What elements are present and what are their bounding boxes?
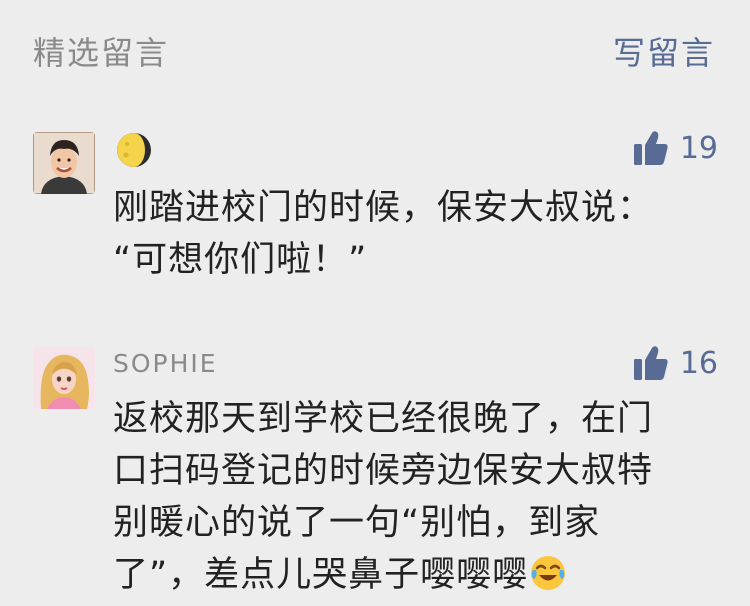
- thumbs-up-icon: [633, 346, 668, 380]
- comment-text: 刚踏进校门的时候，保安大叔说： “可想你们啦！”: [113, 182, 713, 286]
- thumbs-up-icon: [633, 131, 668, 165]
- comment-nickname: SOPHIE: [113, 349, 218, 378]
- avatar[interactable]: [33, 347, 95, 409]
- like-button[interactable]: 16: [633, 343, 718, 383]
- comments-header: 精选留言 写留言: [0, 0, 750, 100]
- comment-text: 返校那天到学校已经很晚了，在门 口扫码登记的时候旁边保安大叔特 别暖心的说了一句…: [113, 393, 713, 601]
- avatar[interactable]: [33, 132, 95, 194]
- comment-line: 返校那天到学校已经很晚了，在门: [113, 399, 654, 439]
- like-count: 19: [679, 130, 718, 166]
- cartoon-blonde-girl-illustration-icon: [33, 347, 95, 409]
- comment-line: 口扫码登记的时候旁边保安大叔特: [113, 451, 654, 491]
- like-button[interactable]: 19: [633, 128, 718, 168]
- comment-line: 刚踏进校门的时候，保安大叔说：: [113, 188, 654, 228]
- comments-page: 精选留言 写留言 19 刚踏进校门的时候，保安大叔说： “可想你们啦！” SOP…: [0, 0, 750, 606]
- nickname-moon-icon: [114, 130, 154, 170]
- comment-line-text: 了”，差点儿哭鼻子嘤嘤嘤: [113, 555, 529, 595]
- crying-laughing-emoji-icon: [531, 556, 566, 590]
- comment-line: “可想你们啦！”: [113, 240, 368, 280]
- comment-line: 别暖心的说了一句“别怕，到家: [113, 503, 601, 543]
- smiling-young-man-photo-icon: [33, 132, 95, 194]
- section-title: 精选留言: [33, 34, 170, 72]
- like-count: 16: [679, 345, 718, 381]
- comment-line: 了”，差点儿哭鼻子嘤嘤嘤: [113, 549, 713, 601]
- write-comment-button[interactable]: 写留言: [613, 28, 715, 74]
